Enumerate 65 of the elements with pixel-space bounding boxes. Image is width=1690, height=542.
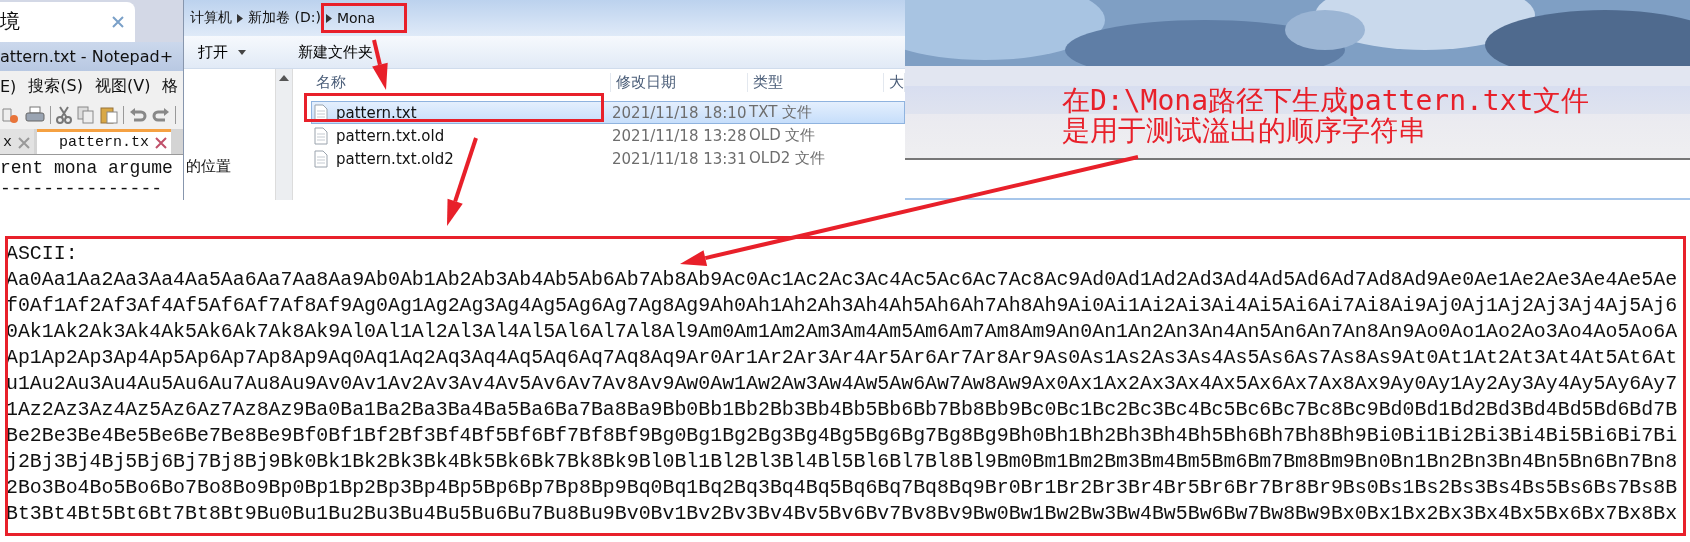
arrow (372, 39, 388, 90)
text-line: 1Az2Az3Az4Az5Az6Az7Az8Az9Ba0Ba1Ba2Ba3Ba4Ba5Ba6Ba7Ba8Ba9Bb0Bb1Bb2Bb3Bb4Bb5Bb6Bb7Bb8Bb9Bc0Bc1Bc2Bc3Bc4Bc5Bc6Bc7Bc8Bc9Bd0Bd1Bd2Bd3Bd4Bd5Bd6Bd7B (6, 397, 1678, 423)
address-bar[interactable]: 计算机 新加卷 (D:) Mona (184, 0, 905, 36)
document-icon (314, 126, 328, 145)
file-tab[interactable]: x (0, 129, 34, 154)
file-date: 2021/11/18 13:28 (612, 126, 748, 145)
breadcrumb-item[interactable]: 新加卷 (D:) (248, 9, 321, 27)
chevron-icon (237, 13, 243, 23)
annotation-text: 在D:\Mona路径下生成pattern.txt文件 是用于测试溢出的顺序字符串 (1062, 86, 1590, 146)
close-icon[interactable] (111, 14, 125, 29)
file-type: OLD 文件 (749, 126, 817, 145)
file-name: pattern.txt.old2 (336, 149, 454, 168)
window-title: attern.txt - Notepad+ (0, 41, 183, 72)
menu-item[interactable]: 搜索(S) (28, 75, 83, 97)
close-icon[interactable] (154, 136, 169, 150)
file-row[interactable]: pattern.txt.old 2021/11/18 13:28 OLD 文件 (311, 124, 905, 147)
column-header[interactable]: 修改日期 (611, 72, 748, 92)
document-icon (314, 149, 328, 168)
tab-label: x (3, 134, 12, 152)
document-icon (314, 103, 328, 122)
text-line: 0Ak1Ak2Ak3Ak4Ak5Ak6Ak7Ak8Ak9Al0Al1Al2Al3Al4Al5Al6Al7Al8Al9Am0Am1Am2Am3Am4Am5Am6Am7Am8Am9An0An1An2An3An4An5An6An7An8An9Ao0Ao1Ao2Ao3Ao4Ao5Ao6A (6, 319, 1678, 345)
file-row[interactable]: pattern.txt 2021/11/18 18:10 TXT 文件 (311, 101, 905, 124)
file-row[interactable]: pattern.txt.old2 2021/11/18 13:31 OLD2 文件 (311, 147, 905, 170)
tab-label: 境 (0, 8, 20, 36)
file-type: TXT 文件 (749, 103, 814, 122)
copy-icon[interactable] (77, 106, 95, 125)
chevron-icon (325, 13, 332, 23)
file-type: OLD2 文件 (749, 149, 827, 168)
text-line: u1Au2Au3Au4Au5Au6Au7Au8Au9Av0Av1Av2Av3Av4Av5Av6Av7Av8Av9Aw0Aw1Aw2Aw3Aw4Aw5Aw6Aw7Aw8Aw9Ax0Ax1Ax2Ax3Ax4Ax5Ax6Ax7Ax8Ax9Ay0Ay1Ay2Ay3Ay4Ay5Ay6Ay7 (6, 371, 1678, 397)
menu-item[interactable]: 格 (162, 75, 179, 97)
text-line: Be2Be3Be4Be5Be6Be7Be8Be9Bf0Bf1Bf2Bf3Bf4Bf5Bf6Bf7Bf8Bf9Bg0Bg1Bg2Bg3Bg4Bg5Bg6Bg7Bg8Bg9Bh0Bh1Bh2Bh3Bh4Bh5Bh6Bh7Bh8Bh9Bi0Bi1Bi2Bi3Bi4Bi5Bi6Bi7Bi (6, 423, 1678, 449)
text-line: 2Bo3Bo4Bo5Bo6Bo7Bo8Bo9Bp0Bp1Bp2Bp3Bp4Bp5Bp6Bp7Bp8Bp9Bq0Bq1Bq2Bq3Bq4Bq5Bq6Bq7Bq8Bq9Br0Br1Br2Br3Br4Br5Br6Br7Br8Br9Bs0Bs1Bs2Bs3Bs4Bs5Bs6Bs7Bs8B (6, 475, 1678, 501)
text-line: rent mona argume (0, 158, 174, 179)
toolbar-button[interactable]: 打开 (194, 40, 250, 64)
breadcrumb-item[interactable]: Mona (336, 10, 375, 26)
redo-icon[interactable] (152, 106, 170, 125)
menu-item[interactable]: E) (0, 76, 17, 96)
file-name: pattern.txt.old (336, 126, 445, 145)
browser-tab[interactable]: 境 (0, 1, 135, 42)
arrow-up-icon (279, 75, 290, 81)
file-name: pattern.txt (336, 103, 417, 122)
text-line: --------------- (0, 179, 164, 200)
scrollbar[interactable] (275, 69, 293, 200)
toolbar-button[interactable]: 新建文件夹 (294, 40, 377, 64)
scissors-icon[interactable] (56, 106, 72, 125)
column-header[interactable]: 类型 (748, 72, 884, 92)
documents-icon[interactable] (2, 106, 20, 125)
text-line: Bt3Bt4Bt5Bt6Bt7Bt8Bt9Bu0Bu1Bu2Bu3Bu4Bu5Bu6Bu7Bu8Bu9Bv0Bv1Bv2Bv3Bv4Bv5Bv6Bv7Bv8Bv9Bw0Bw1Bw2Bw3Bw4Bw5Bw6Bw7Bw8Bw9Bx0Bx1Bx2Bx3Bx4Bx5Bx6Bx7Bx8Bx (6, 501, 1678, 527)
close-icon[interactable] (17, 136, 31, 150)
undo-icon[interactable] (129, 106, 147, 125)
caret-icon (238, 49, 246, 55)
text-line: Aa0Aa1Aa2Aa3Aa4Aa5Aa6Aa7Aa8Aa9Ab0Ab1Ab2Ab3Ab4Ab5Ab6Ab7Ab8Ab9Ac0Ac1Ac2Ac3Ac4Ac5Ac6Ac7Ac8Ac9Ad0Ad1Ad2Ad3Ad4Ad5Ad6Ad7Ad8Ad9Ae0Ae1Ae2Ae3Ae4Ae5Ae (6, 267, 1678, 293)
text-line: j2Bj3Bj4Bj5Bj6Bj7Bj8Bj9Bk0Bk1Bk2Bk3Bk4Bk5Bk6Bk7Bk8Bk9Bl0Bl1Bl2Bl3Bl4Bl5Bl6Bl7Bl8Bl9Bm0Bm1Bm2Bm3Bm4Bm5Bm6Bm7Bm8Bm9Bn0Bn1Bn2Bn3Bn4Bn5Bn6Bn7Bn8 (6, 449, 1678, 475)
text-line: Ap1Ap2Ap3Ap4Ap5Ap6Ap7Ap8Ap9Aq0Aq1Aq2Aq3Aq4Aq5Aq6Aq7Aq8Aq9Ar0Ar1Ar2Ar3Ar4Ar5Ar6Ar7Ar8Ar9As0As1As2As3As4As5As6As7As8As9At0At1At2At3At4At5At6At (6, 345, 1678, 371)
tab-label: pattern.tx (59, 134, 150, 152)
nav-item[interactable]: 的位置 (186, 157, 276, 176)
file-tab[interactable]: pattern.tx (37, 129, 172, 154)
file-date: 2021/11/18 13:31 (612, 149, 748, 168)
text-line: f0Af1Af2Af3Af4Af5Af6Af7Af8Af9Ag0Ag1Ag2Ag3Ag4Ag5Ag6Ag7Ag8Ag9Ah0Ah1Ah2Ah3Ah4Ah5Ah6Ah7Ah8Ah9Ai0Ai1Ai2Ai3Ai4Ai5Ai6Ai7Ai8Ai9Aj0Aj1Aj2Aj3Aj4Aj5Aj6 (6, 293, 1678, 319)
file-date: 2021/11/18 18:10 (612, 103, 748, 122)
breadcrumb-item[interactable]: 计算机 (190, 9, 232, 27)
menu-item[interactable]: 视图(V) (95, 75, 151, 97)
clipboard-icon[interactable] (100, 106, 118, 125)
printer-icon[interactable] (25, 106, 45, 125)
text-line: ASCII: (6, 241, 78, 267)
